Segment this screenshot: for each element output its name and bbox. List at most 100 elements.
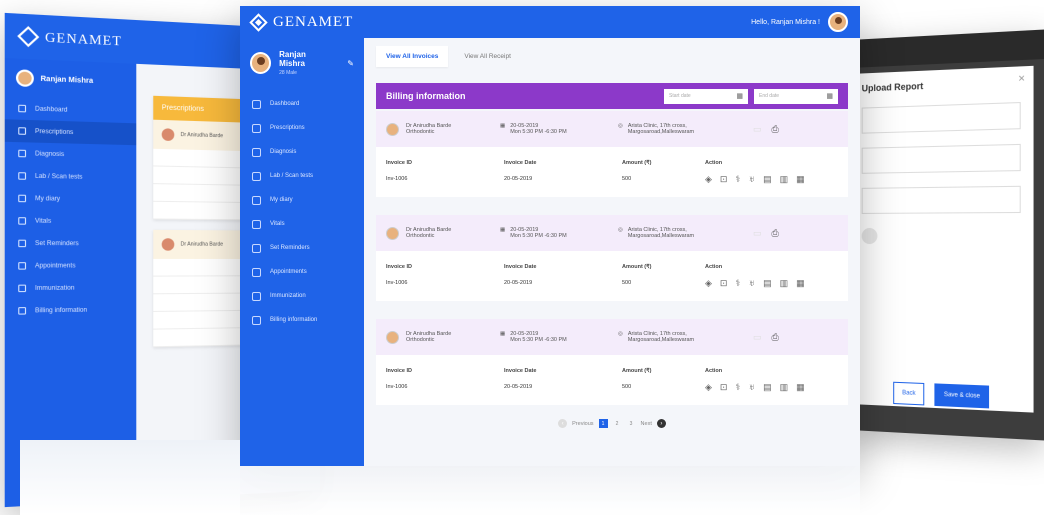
col-invoice-date: Invoice Date [504,264,537,270]
print-icon[interactable]: ⎙ [772,124,779,135]
view-icon[interactable]: ◈ [705,382,712,393]
left-sidebar-item[interactable]: Immunization [5,277,137,300]
col-amount: Amount (₹) [622,368,652,374]
page-3[interactable]: 3 [627,419,636,428]
sidebar-item-diagnosis[interactable]: Diagnosis [240,140,364,164]
back-button[interactable]: Back [893,381,925,406]
col-action: Action [705,160,723,166]
next-link[interactable]: Next [641,421,652,427]
pill-icon[interactable]: ⚕ [735,174,740,185]
sidebar-item-reminders[interactable]: Set Reminders [240,236,364,260]
date-filters: Start date ▦ End date ▦ [664,88,838,104]
left-sidebar-item[interactable]: My diary [5,187,137,211]
left-sidebar-item[interactable]: Vitals [5,210,137,233]
view-icon[interactable]: ◈ [705,174,712,185]
col-invoice-id: Invoice ID [386,368,412,374]
print-icon[interactable]: ⎙ [772,332,779,343]
invoice-icon[interactable]: ▦ [796,278,805,289]
page-2[interactable]: 2 [613,419,622,428]
sidebar-item-lab-scan[interactable]: Lab / Scan tests [240,164,364,188]
sidebar-item-prescriptions[interactable]: Prescriptions [240,116,364,140]
left-user-name: Ranjan Mishra [40,75,94,85]
print-icon[interactable]: ⎙ [772,228,779,239]
sidebar-item-vitals[interactable]: Vitals [240,212,364,236]
next-icon[interactable]: › [656,419,666,428]
tooth-icon[interactable]: ♅ [748,278,755,289]
left-sidebar-item[interactable]: Diagnosis [5,142,137,167]
pill-icon[interactable]: ⚕ [735,278,740,289]
left-sidebar-label: Prescriptions [34,128,74,136]
start-date-input[interactable]: Start date ▦ [664,88,748,104]
report-field[interactable] [861,143,1021,174]
tooth-icon[interactable]: ♅ [748,382,755,393]
report-icon[interactable]: ▥ [780,382,789,393]
avatar[interactable] [828,12,848,32]
previous-link[interactable]: Previous [572,421,593,427]
save-close-button[interactable]: Save & close [934,383,990,409]
right-topbar [850,29,1044,68]
document-icon[interactable]: ▤ [763,174,772,185]
location-line-2: Margosaroad,Malleswaram [627,233,695,239]
report-icon[interactable]: ▥ [780,278,789,289]
report-icon[interactable]: ▥ [780,174,789,185]
row-actions: ◈ ⊡ ⚕ ♅ ▤ ▥ ▦ [705,174,838,185]
left-sidebar-item[interactable]: Appointments [5,255,137,278]
upload-icon[interactable] [861,227,878,245]
sidebar-item-dashboard[interactable]: Dashboard [240,92,364,116]
sidebar-item-appointments[interactable]: Appointments [240,260,364,284]
sidebar-item-label: Appointments [270,269,307,275]
prev-icon[interactable]: ‹ [558,419,568,428]
tab-view-all-invoices[interactable]: View All Invoices [376,46,449,67]
calendar-icon[interactable]: ▦ [826,92,833,100]
download-icon[interactable]: ▭ [753,332,762,343]
doctor-info: Dr Anirudha Barde Orthodontic [386,226,500,240]
tabs: View All Invoices View All Receipt [376,46,848,67]
brand: GENAMET [249,12,353,32]
left-sidebar-item[interactable]: Billing information [5,299,137,323]
tab-view-all-receipt[interactable]: View All Receipt [454,46,521,67]
location-pin-icon: ◎ [618,227,623,233]
share-icon[interactable]: ⊡ [720,278,728,289]
invoice-icon[interactable]: ▦ [796,382,805,393]
record-spacer [376,301,848,317]
left-sidebar-item[interactable]: Set Reminders [5,232,137,255]
end-date-input[interactable]: End date ▦ [754,88,838,104]
sidebar-item-immunization[interactable]: Immunization [240,284,364,308]
showcase-stage: GENAMET Ranjan Mishra Dashboard Prescrip… [0,0,1044,515]
document-icon[interactable]: ▤ [763,382,772,393]
page-1[interactable]: 1 [598,419,608,428]
doctor-text: Dr Anirudha Barde Orthodontic [406,331,451,343]
location-line-2: Margosaroad,Malleswaram [627,337,695,343]
doctor-specialty: Orthodontic [406,233,435,239]
download-icon[interactable]: ▭ [753,124,762,135]
left-sidebar-item[interactable]: Lab / Scan tests [5,164,137,189]
sidebar-item-label: Vitals [270,221,285,227]
lab-icon [252,171,261,181]
calendar-icon[interactable]: ▦ [736,92,743,100]
main-content: View All Invoices View All Receipt Billi… [364,38,860,466]
download-icon[interactable]: ▭ [753,228,762,239]
avatar[interactable] [250,52,272,74]
close-icon[interactable]: × [1018,72,1025,85]
sidebar-item-billing[interactable]: Billing information [240,308,364,332]
user-profile: Ranjan Mishra 28 Male ✎ [240,38,364,92]
avatar [15,69,34,88]
location-pin-icon: ◎ [618,331,623,337]
share-icon[interactable]: ⊡ [720,174,728,185]
appointment-text: 20-05-2019 Mon 5:30 PM -6:30 PM [510,331,567,343]
billing-record: Dr Anirudha Barde Orthodontic ▦ 20-05-20… [376,111,848,197]
tooth-icon[interactable]: ♅ [748,174,755,185]
appointment-time: Mon 5:30 PM -6:30 PM [510,233,567,239]
report-select[interactable] [861,185,1021,214]
view-icon[interactable]: ◈ [705,278,712,289]
invoice-icon[interactable]: ▦ [796,174,805,185]
share-icon[interactable]: ⊡ [720,382,728,393]
sidebar-item-diary[interactable]: My diary [240,188,364,212]
pill-icon[interactable]: ⚕ [735,382,740,393]
document-icon[interactable]: ▤ [763,278,772,289]
main-reflection [240,466,860,515]
report-field[interactable] [861,101,1021,134]
edit-icon[interactable]: ✎ [347,59,354,68]
col-action: Action [705,368,723,374]
col-action: Action [705,264,723,270]
